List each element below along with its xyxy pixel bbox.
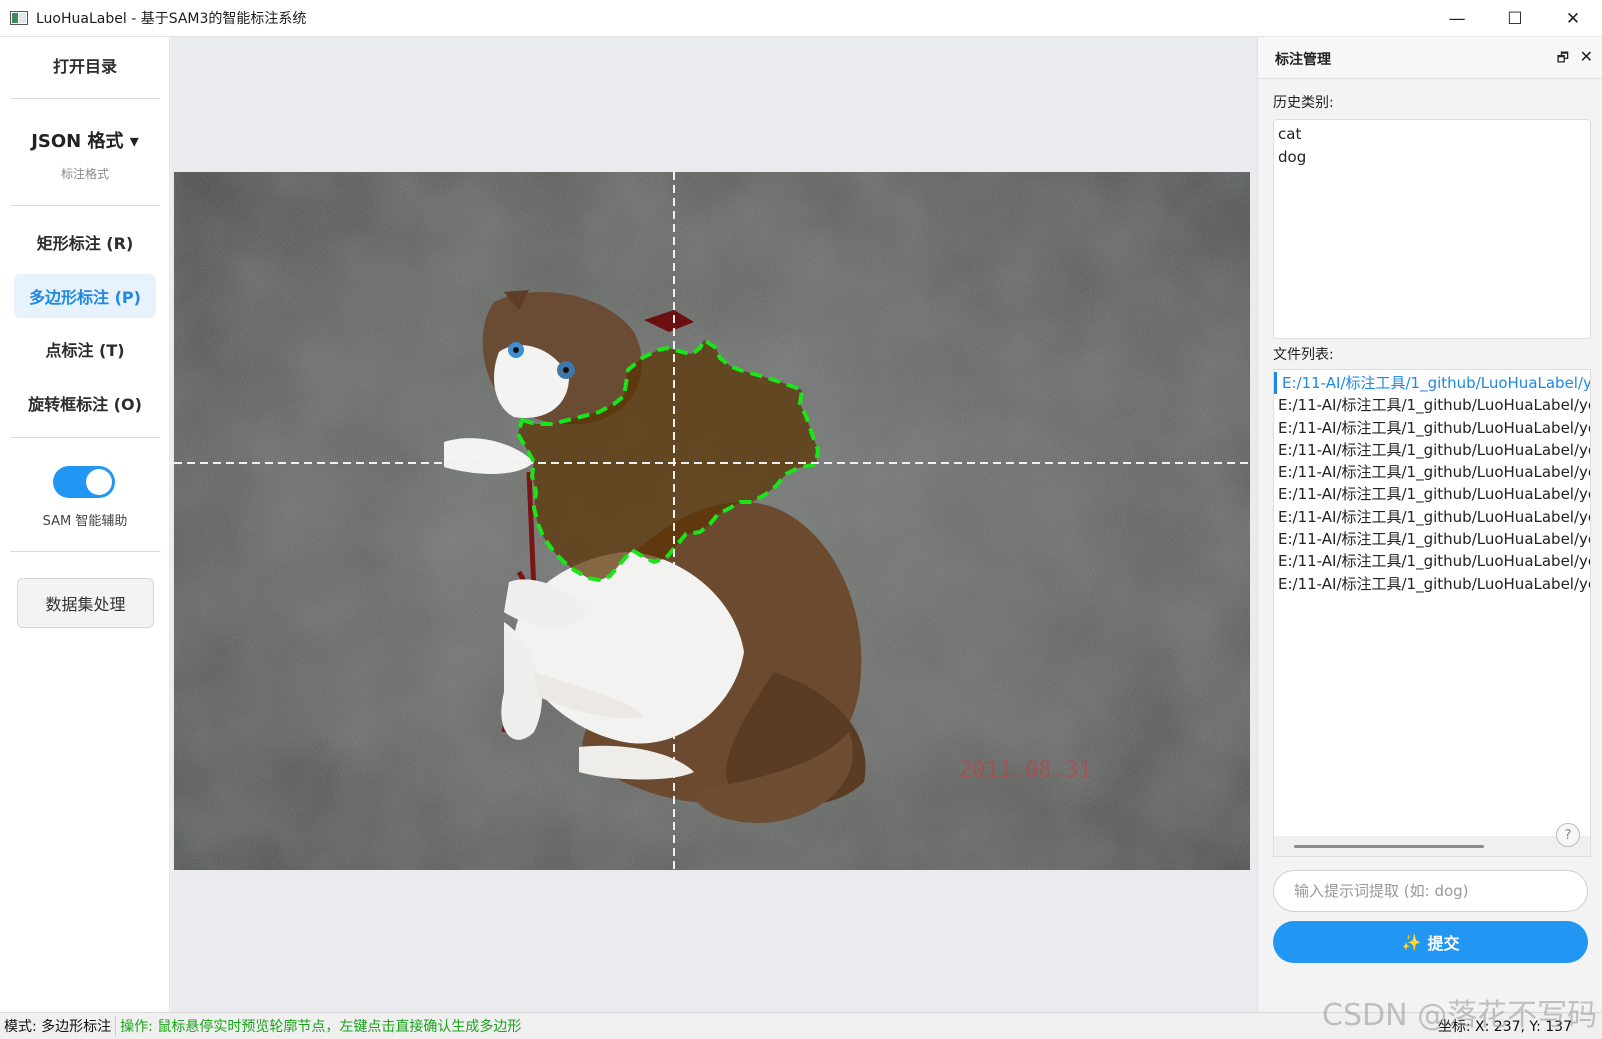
file-item[interactable]: E:/11-AI/标注工具/1_github/LuoHuaLabel/yc [1274, 483, 1590, 505]
horizontal-scrollbar[interactable] [1274, 836, 1590, 856]
file-list-label: 文件列表: [1273, 347, 1334, 363]
sidebar-divider [10, 437, 160, 438]
sam-assist-label: SAM 智能辅助 [42, 514, 128, 529]
annotation-manager-panel: 标注管理 🗗 ✕ 历史类别: cat dog 文件列表: E:/11-AI/标注… [1257, 37, 1602, 1012]
cat-photo[interactable]: 2011.08.31 [174, 172, 1250, 870]
sidebar-divider [10, 205, 160, 206]
file-item[interactable]: E:/11-AI/标注工具/1_github/LuoHuaLabel/yc [1274, 528, 1590, 550]
file-item[interactable]: E:/11-AI/标注工具/1_github/LuoHuaLabel/yc [1274, 506, 1590, 528]
status-operation-hint: 操作: 鼠标悬停实时预览轮廓节点，左键点击直接确认生成多边形 [120, 1019, 522, 1035]
history-item[interactable]: dog [1278, 146, 1586, 169]
close-window-button[interactable]: ✕ [1544, 0, 1602, 37]
history-class-list[interactable]: cat dog [1273, 119, 1591, 339]
scrollbar-thumb[interactable] [1294, 845, 1484, 848]
window-title: LuoHuaLabel - 基于SAM3的智能标注系统 [36, 11, 307, 27]
annotation-canvas[interactable]: 2011.08.31 [171, 37, 1257, 1012]
submit-label: 提交 [1427, 934, 1460, 953]
tool-rotated-box-button[interactable]: 旋转框标注 (O) [14, 381, 156, 425]
minimize-button[interactable]: — [1428, 0, 1486, 37]
file-item-selected[interactable]: E:/11-AI/标注工具/1_github/LuoHuaLabel/yc [1274, 372, 1590, 395]
left-toolbar: 打开目录 JSON 格式 ▾ 标注格式 矩形标注 (R) 多边形标注 (P) 点… [0, 37, 170, 1012]
tool-rectangle-button[interactable]: 矩形标注 (R) [14, 220, 156, 264]
submit-button[interactable]: ✨ 提交 [1273, 921, 1588, 963]
format-dropdown[interactable]: JSON 格式 ▾ [0, 127, 170, 153]
photo-date-stamp: 2011.08.31 [959, 758, 1091, 783]
history-item[interactable]: cat [1278, 123, 1586, 146]
tool-polygon-button[interactable]: 多边形标注 (P) [14, 274, 156, 318]
sidebar-divider [10, 98, 160, 99]
open-directory-button[interactable]: 打开目录 [14, 43, 156, 87]
file-item[interactable]: E:/11-AI/标注工具/1_github/LuoHuaLabel/yc [1274, 461, 1590, 483]
prompt-input[interactable] [1273, 870, 1588, 912]
tool-point-button[interactable]: 点标注 (T) [14, 327, 156, 371]
history-label: 历史类别: [1273, 95, 1334, 111]
file-list[interactable]: E:/11-AI/标注工具/1_github/LuoHuaLabel/yc E:… [1273, 369, 1591, 857]
toggle-knob [86, 469, 112, 495]
file-item[interactable]: E:/11-AI/标注工具/1_github/LuoHuaLabel/yc [1274, 439, 1590, 461]
float-panel-icon[interactable]: 🗗 [1557, 49, 1569, 71]
sparkle-icon: ✨ [1401, 932, 1422, 952]
panel-title: 标注管理 [1275, 52, 1331, 68]
close-panel-icon[interactable]: ✕ [1580, 47, 1593, 66]
csdn-watermark: CSDN @落花不写码 [1322, 998, 1598, 1033]
file-item[interactable]: E:/11-AI/标注工具/1_github/LuoHuaLabel/yc [1274, 550, 1590, 572]
image-view[interactable]: 2011.08.31 [174, 172, 1250, 870]
panel-header: 标注管理 🗗 ✕ [1258, 37, 1602, 79]
sam-assist-toggle[interactable] [53, 466, 115, 498]
help-icon[interactable]: ? [1556, 823, 1580, 847]
window-controls: — ☐ ✕ [1428, 0, 1602, 37]
dataset-processing-button[interactable]: 数据集处理 [17, 578, 154, 628]
status-mode: 模式: 多边形标注 [0, 1016, 117, 1036]
file-item[interactable]: E:/11-AI/标注工具/1_github/LuoHuaLabel/yc [1274, 573, 1590, 595]
file-item[interactable]: E:/11-AI/标注工具/1_github/LuoHuaLabel/yc [1274, 394, 1590, 416]
sidebar-divider [10, 551, 160, 552]
title-bar: LuoHuaLabel - 基于SAM3的智能标注系统 — ☐ ✕ [0, 0, 1602, 37]
format-subtitle: 标注格式 [60, 167, 109, 181]
maximize-button[interactable]: ☐ [1486, 0, 1544, 37]
app-icon [10, 11, 28, 25]
file-item[interactable]: E:/11-AI/标注工具/1_github/LuoHuaLabel/yc [1274, 417, 1590, 439]
